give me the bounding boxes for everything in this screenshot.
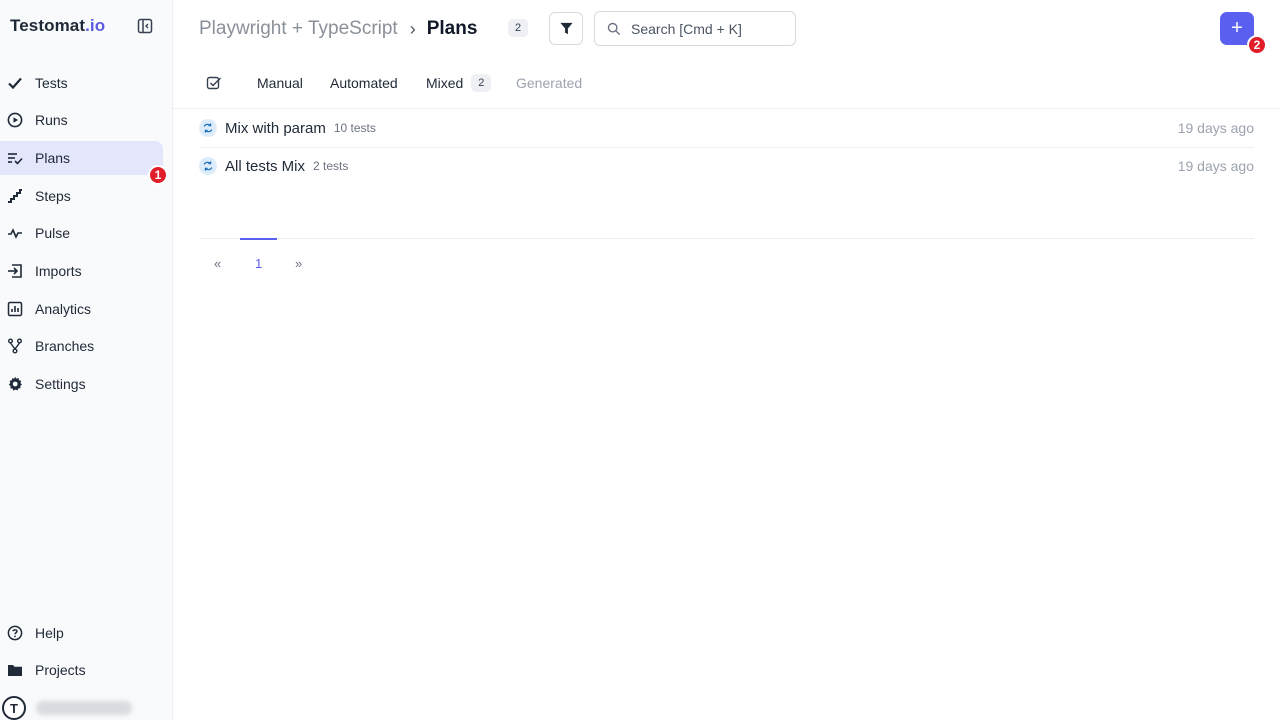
sidebar-item-label: Analytics: [35, 301, 92, 317]
plan-test-count: 10 tests: [333, 121, 376, 135]
sidebar-item-label: Projects: [35, 662, 86, 678]
sidebar-item-label: Branches: [35, 338, 95, 354]
sidebar-item-settings[interactable]: Settings: [0, 367, 163, 401]
list-check-icon: [7, 150, 23, 166]
sidebar: Testomat.io Tests Runs Plans 1 Steps Pul…: [0, 0, 173, 720]
pagination-page-1[interactable]: 1: [255, 256, 262, 271]
plan-title[interactable]: Mix with param: [225, 120, 326, 137]
gear-icon: [7, 376, 23, 392]
select-checkbox-icon[interactable]: [206, 75, 222, 91]
sidebar-item-label: Pulse: [35, 225, 71, 241]
mixed-plan-icon: [199, 119, 217, 137]
sidebar-item-label: Imports: [35, 263, 82, 279]
sidebar-item-branches[interactable]: Branches: [0, 329, 163, 363]
sidebar-item-label: Runs: [35, 112, 68, 128]
sidebar-item-plans[interactable]: Plans: [0, 141, 163, 175]
sidebar-item-pulse[interactable]: Pulse: [0, 216, 163, 250]
sidebar-item-label: Steps: [35, 188, 71, 204]
sidebar-item-help[interactable]: Help: [0, 616, 163, 650]
pagination-active-indicator: [240, 238, 277, 240]
add-annotation-badge: 2: [1247, 35, 1267, 55]
breadcrumb-separator: ›: [409, 18, 416, 39]
user-name-blurred: [36, 701, 132, 715]
tab-manual[interactable]: Manual: [257, 74, 303, 92]
plan-test-count: 2 tests: [313, 159, 349, 173]
analytics-icon: [7, 301, 23, 317]
search-box[interactable]: [594, 11, 796, 46]
sidebar-item-steps[interactable]: Steps: [0, 179, 163, 213]
logo[interactable]: Testomat.io: [10, 16, 105, 36]
tab-mixed-count: 2: [471, 74, 492, 92]
sidebar-item-projects[interactable]: Projects: [0, 653, 163, 687]
help-circle-icon: [7, 625, 23, 641]
plan-title[interactable]: All tests Mix: [225, 158, 305, 175]
pagination-next[interactable]: »: [295, 256, 302, 271]
user-menu[interactable]: T: [2, 696, 132, 720]
list-item[interactable]: Mix with param 10 tests 19 days ago: [199, 109, 1254, 147]
logo-suffix: .io: [85, 16, 106, 35]
avatar: T: [2, 696, 26, 720]
sidebar-item-label: Plans: [35, 150, 71, 166]
stairs-icon: [7, 188, 23, 204]
tab-generated[interactable]: Generated: [516, 74, 582, 92]
tab-label: Mixed: [426, 75, 464, 91]
tab-automated[interactable]: Automated: [330, 74, 398, 92]
page-title: Plans: [426, 18, 478, 39]
branch-icon: [7, 338, 23, 354]
mixed-plan-icon: [199, 157, 217, 175]
sidebar-item-analytics[interactable]: Analytics: [0, 292, 163, 326]
filter-icon: [559, 22, 573, 35]
sidebar-item-tests[interactable]: Tests: [0, 66, 163, 100]
plan-date: 19 days ago: [1177, 158, 1254, 174]
pagination-prev[interactable]: «: [214, 256, 221, 271]
play-circle-icon: [7, 112, 23, 128]
sidebar-item-label: Settings: [35, 376, 86, 392]
plan-date: 19 days ago: [1177, 120, 1254, 136]
list-item[interactable]: All tests Mix 2 tests 19 days ago: [199, 147, 1254, 185]
breadcrumb-project[interactable]: Playwright + TypeScript: [199, 18, 398, 40]
folder-icon: [7, 662, 23, 678]
search-input[interactable]: [631, 20, 781, 37]
sidebar-item-runs[interactable]: Runs: [0, 103, 163, 137]
breadcrumb: Playwright + TypeScript › Plans: [199, 17, 477, 41]
filter-button[interactable]: [549, 12, 583, 45]
search-icon: [607, 22, 621, 35]
sidebar-item-label: Tests: [35, 75, 68, 91]
sidebar-item-label: Help: [35, 625, 64, 641]
sidebar-item-imports[interactable]: Imports: [0, 254, 163, 288]
logo-main: Testomat: [10, 16, 86, 35]
tab-mixed[interactable]: Mixed 2: [426, 74, 492, 92]
import-icon: [7, 263, 23, 279]
pulse-icon: [7, 225, 23, 241]
pagination-divider: [199, 238, 1254, 239]
app-root: Testomat.io Tests Runs Plans 1 Steps Pul…: [0, 0, 1280, 720]
plans-count-badge: 2: [508, 19, 528, 37]
sidebar-collapse-icon[interactable]: [137, 18, 153, 34]
check-icon: [7, 75, 23, 91]
